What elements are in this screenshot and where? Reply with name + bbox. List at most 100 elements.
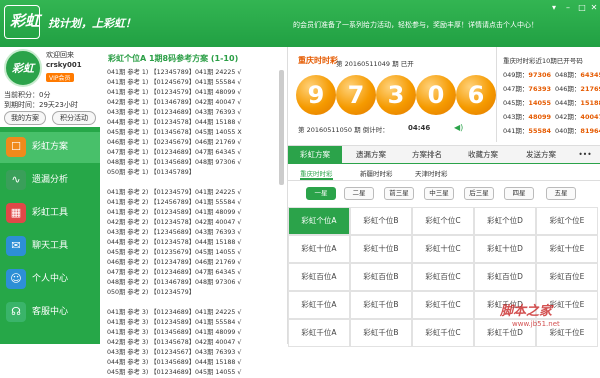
ball-2: 7 (336, 75, 376, 115)
history-row: 047期：76393 (503, 83, 551, 93)
plan-cell[interactable]: 彩虹千位C (412, 291, 474, 319)
lottery-subtabs: 重庆时时彩 新疆时时彩 天津时时彩 (288, 165, 600, 181)
plan-row: 050期 参考 2) 【01234579】 (107, 289, 196, 296)
plan-row: 043期 参考 3) 【01234567】043期 76393 √ (107, 349, 242, 356)
ball-4: 0 (416, 75, 456, 115)
tab-missing-plan[interactable]: 遗漏方案 (344, 146, 398, 164)
plan-tabs: 彩虹方案 遗漏方案 方案排名 收藏方案 发送方案 ••• (288, 145, 600, 164)
analysis-icon: ∿ (6, 170, 26, 190)
sound-icon[interactable]: ◀) (454, 123, 463, 132)
phase-2star[interactable]: 二星 (344, 187, 374, 200)
ball-5: 6 (456, 75, 496, 115)
history-issue: 043期： (503, 113, 529, 121)
tab-plan-ranking[interactable]: 方案排名 (400, 146, 454, 164)
plan-cell[interactable]: 彩虹百位E (536, 263, 598, 291)
plan-cell[interactable]: 彩虹十位B (350, 235, 412, 263)
current-issue: 第 20160511049 期 已开 (336, 60, 414, 68)
plan-cell[interactable]: 彩虹百位D (474, 263, 536, 291)
minimize-icon[interactable]: – (562, 3, 574, 12)
phase-mid3[interactable]: 中三星 (424, 187, 454, 200)
tab-favorite-plan[interactable]: 收藏方案 (456, 146, 510, 164)
history-row: 043期：48099 (503, 111, 551, 121)
lottery-panel: 重庆时时彩 第 20160511049 期 已开 9 7 3 0 6 第 201… (288, 47, 600, 347)
nav-item-plans[interactable]: ☐ 彩虹方案 (0, 132, 100, 163)
plan-cell[interactable]: 彩虹个位E (536, 207, 598, 235)
plan-cell[interactable]: 彩虹个位D (474, 207, 536, 235)
watermark-logo: 脚本之家 (500, 304, 553, 319)
nav-item-profile[interactable]: ☺ 个人中心 (0, 264, 100, 295)
plan-row: 041期 参考 3) 【01234589】041期 55584 √ (107, 319, 242, 326)
subtab-tianjin[interactable]: 天津时时彩 (415, 168, 448, 178)
plan-list-panel: 彩虹个位A 1期8码参考方案 (1-10) 041期 参考 1) 【123457… (100, 47, 288, 376)
history-row: 042期：40047 (555, 111, 600, 121)
plan-cell[interactable]: 彩虹百位C (412, 263, 474, 291)
plan-cell[interactable]: 彩虹百位B (350, 263, 412, 291)
subtab-xinjiang[interactable]: 新疆时时彩 (360, 168, 393, 178)
plan-cell[interactable]: 彩虹个位B (350, 207, 412, 235)
plan-row: 044期 参考 1) 【01234578】044期 15188 √ (107, 119, 242, 126)
history-row: 045期：14055 (503, 97, 551, 107)
history-row: 049期：97306 (503, 69, 551, 79)
slogan: 找计划，上彩虹！ (48, 17, 136, 30)
scrollbar[interactable] (279, 70, 284, 185)
plan-cell[interactable]: 彩虹千位C (412, 319, 474, 347)
plan-row: 044期 参考 2) 【01234578】044期 15188 √ (107, 239, 242, 246)
history-row: 041期：55584 (503, 125, 551, 135)
plan-cell[interactable]: 彩虹个位A (288, 207, 350, 235)
tab-rainbow-plan[interactable]: 彩虹方案 (288, 146, 342, 164)
phase-4star[interactable]: 四星 (504, 187, 534, 200)
nav-item-support[interactable]: ☊ 客服中心 (0, 297, 100, 328)
plan-row: 041期 参考 1) 【12345789】041期 24225 √ (107, 69, 242, 76)
phase-front3[interactable]: 前三星 (384, 187, 414, 200)
next-issue: 第 20160511050 期 倒计时： (298, 126, 389, 134)
phase-back3[interactable]: 后三星 (464, 187, 494, 200)
history-number: 14055 (528, 99, 552, 107)
expire-text: 到期时间：29天23小时 (4, 101, 78, 109)
plan-cell[interactable]: 彩虹千位B (350, 319, 412, 347)
history-issue: 046期： (555, 85, 581, 93)
avatar[interactable]: 彩虹 (4, 49, 42, 87)
plan-row: 046期 参考 1) 【02345679】046期 21769 √ (107, 139, 242, 146)
history-row: 044期：15188 (555, 97, 600, 107)
plan-row: 045期 参考 1) 【01345678】045期 14055 X (107, 129, 242, 136)
plan-cell[interactable]: 彩虹百位A (288, 263, 350, 291)
more-tabs-button[interactable]: ••• (572, 146, 598, 164)
plan-cell[interactable]: 彩虹个位C (412, 207, 474, 235)
plan-cell[interactable]: 彩虹十位E (536, 235, 598, 263)
nav-item-tools[interactable]: ▦ 彩虹工具 (0, 198, 100, 229)
history-issue: 042期： (555, 113, 581, 121)
history-number: 40047 (580, 113, 600, 121)
my-plan-button[interactable]: 我的方案 (4, 111, 46, 125)
user-panel: 彩虹 欢迎回来 crsky001 VIP会员 当前积分：0分 到期时间：29天2… (0, 47, 100, 127)
plan-cell[interactable]: 彩虹千位A (288, 291, 350, 319)
history-number: 97306 (528, 71, 552, 79)
nav-item-missing[interactable]: ∿ 遗漏分析 (0, 165, 100, 196)
plan-cell[interactable]: 彩虹千位A (288, 319, 350, 347)
history-number: 76393 (528, 85, 552, 93)
subtab-chongqing[interactable]: 重庆时时彩 (300, 168, 333, 180)
welcome-text: 欢迎回来 (46, 51, 74, 59)
phase-5star[interactable]: 五星 (546, 187, 576, 200)
title-bar: 彩虹 找计划，上彩虹！ 的会员们准备了一系列给力活动，轻松参与，奖励丰厚！详情请… (0, 0, 600, 47)
plan-row: 048期 参考 2) 【01346789】048期 97306 √ (107, 279, 242, 286)
plan-row (107, 178, 277, 188)
close-icon[interactable]: ✕ (588, 3, 600, 12)
plan-cell[interactable]: 彩虹十位C (412, 235, 474, 263)
plan-cell[interactable]: 彩虹十位A (288, 235, 350, 263)
plan-cell[interactable]: 彩虹十位D (474, 235, 536, 263)
plan-row: 046期 参考 2) 【01234789】046期 21769 √ (107, 259, 242, 266)
tab-send-plan[interactable]: 发送方案 (512, 146, 570, 164)
maximize-icon[interactable]: □ (576, 3, 588, 12)
plan-cell[interactable]: 彩虹千位B (350, 291, 412, 319)
points-activity-button[interactable]: 积分活动 (52, 111, 96, 125)
phase-1star[interactable]: 一星 (306, 187, 336, 200)
nav-item-chat[interactable]: ✉ 聊天工具 (0, 231, 100, 262)
history-number: 15188 (580, 99, 600, 107)
skin-icon[interactable]: ▾ (548, 3, 560, 12)
history-row: 040期：81964 (555, 125, 600, 135)
notice-marquee[interactable]: 的会员们准备了一系列给力活动，轻松参与，奖励丰厚！详情请点击个人中心！ (293, 20, 543, 30)
person-icon: ☺ (6, 269, 26, 289)
plan-row: 041期 参考 2) 【01234589】041期 48099 √ (107, 209, 242, 216)
plan-row: 043期 参考 2) 【12345689】043期 76393 √ (107, 229, 242, 236)
history-number: 55584 (528, 127, 552, 135)
